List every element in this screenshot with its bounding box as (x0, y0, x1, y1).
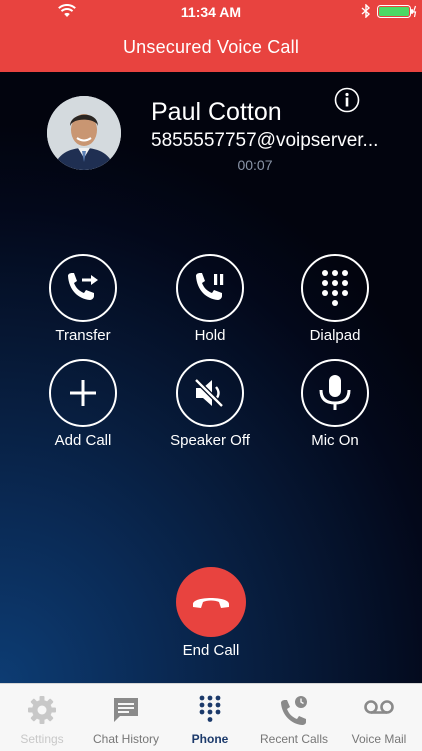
hold-label: Hold (194, 327, 226, 344)
transfer-button[interactable]: Transfer (38, 254, 128, 344)
tab-recent-calls-label: Recent Calls (259, 732, 329, 746)
battery-icon (377, 5, 417, 18)
tab-phone[interactable]: Phone (168, 684, 252, 751)
voicemail-icon (364, 700, 394, 714)
speaker-label: Speaker Off (170, 432, 250, 449)
tab-settings-label: Settings (20, 732, 64, 746)
dialpad-icon (199, 695, 221, 722)
tab-bar: Settings Chat History Phone Recent Calls (0, 683, 422, 751)
tab-voice-mail[interactable]: Voice Mail (336, 684, 422, 751)
end-call-button[interactable]: End Call (165, 567, 257, 659)
speaker-button-circle[interactable] (176, 359, 244, 427)
mic-label: Mic On (311, 432, 359, 449)
recent-calls-icon (281, 696, 307, 725)
caller-avatar (47, 96, 121, 170)
speaker-button[interactable]: Speaker Off (165, 359, 255, 449)
dialpad-icon (322, 270, 348, 306)
speaker-off-icon (194, 378, 224, 408)
add-call-label: Add Call (54, 432, 112, 449)
call-duration: 00:07 (237, 157, 273, 173)
dialpad-button-circle[interactable] (301, 254, 369, 322)
add-call-button[interactable]: Add Call (38, 359, 128, 449)
chat-icon (114, 698, 138, 722)
transfer-label: Transfer (55, 327, 111, 344)
status-bar: 11:34 AM (0, 0, 422, 22)
dialpad-button[interactable]: Dialpad (290, 254, 380, 344)
plus-icon (70, 380, 96, 406)
call-type-title: Unsecured Voice Call (122, 37, 300, 57)
hang-up-icon (193, 598, 229, 608)
caller-photo (47, 96, 121, 170)
tab-chat-history[interactable]: Chat History (84, 684, 168, 751)
tab-settings[interactable]: Settings (0, 684, 84, 751)
info-icon[interactable] (334, 87, 360, 113)
bluetooth-icon (361, 4, 371, 18)
mic-button-circle[interactable] (301, 359, 369, 427)
gear-icon (28, 696, 56, 724)
caller-name: Paul Cotton (151, 98, 282, 126)
mic-button[interactable]: Mic On (290, 359, 380, 449)
dialpad-label: Dialpad (309, 327, 361, 344)
hold-button-circle[interactable] (176, 254, 244, 322)
tab-phone-label: Phone (191, 732, 229, 746)
add-call-button-circle[interactable] (49, 359, 117, 427)
transfer-button-circle[interactable] (49, 254, 117, 322)
call-header: 11:34 AM Unsecured Voice Call (0, 0, 422, 72)
tab-voice-mail-label: Voice Mail (351, 732, 407, 746)
hold-button[interactable]: Hold (165, 254, 255, 344)
microphone-icon (319, 375, 351, 410)
caller-address: 5855557757@voipserver... (151, 130, 379, 151)
status-time: 11:34 AM (180, 4, 242, 20)
tab-chat-history-label: Chat History (92, 732, 160, 746)
tab-recent-calls[interactable]: Recent Calls (252, 684, 336, 751)
transfer-icon (68, 273, 98, 300)
end-call-circle[interactable] (176, 567, 246, 637)
hold-icon (196, 273, 224, 300)
end-call-label: End Call (182, 642, 240, 659)
